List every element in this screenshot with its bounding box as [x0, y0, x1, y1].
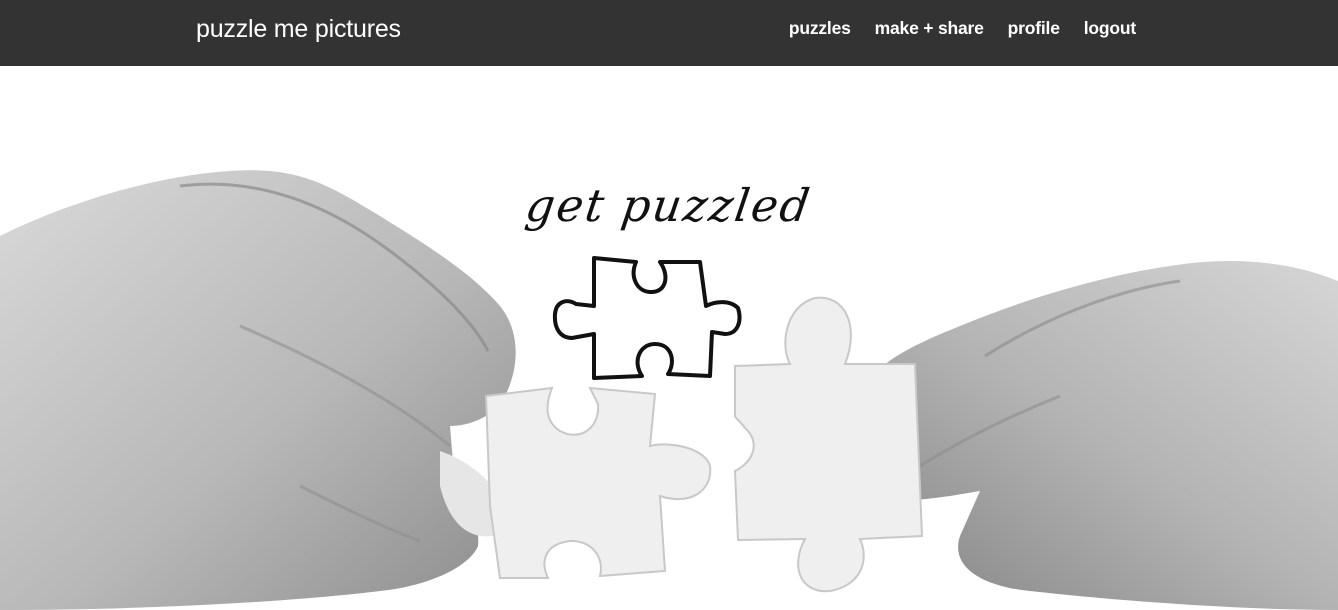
brand-link[interactable]: puzzle me pictures: [196, 14, 401, 44]
nav-link-puzzles[interactable]: puzzles: [789, 18, 851, 38]
left-puzzle-piece: [484, 386, 712, 579]
right-puzzle-piece: [733, 296, 924, 593]
nav-item-puzzles: puzzles: [789, 16, 851, 40]
nav-item-make-share: make + share: [875, 16, 984, 40]
nav-item-profile: profile: [1008, 16, 1060, 40]
main-nav: puzzles make + share profile logout: [789, 16, 1136, 40]
hero-tagline: get puzzled: [522, 179, 815, 232]
puzzle-piece-outline-icon: [552, 256, 742, 380]
nav-link-logout[interactable]: logout: [1084, 18, 1136, 38]
navbar: puzzle me pictures puzzles make + share …: [0, 0, 1338, 66]
nav-link-make-share[interactable]: make + share: [875, 18, 984, 38]
nav-item-logout: logout: [1084, 16, 1136, 40]
hero-banner: get puzzled: [0, 66, 1338, 610]
hero-image: [0, 170, 1338, 610]
nav-link-profile[interactable]: profile: [1008, 18, 1060, 38]
left-hand: [0, 170, 516, 610]
